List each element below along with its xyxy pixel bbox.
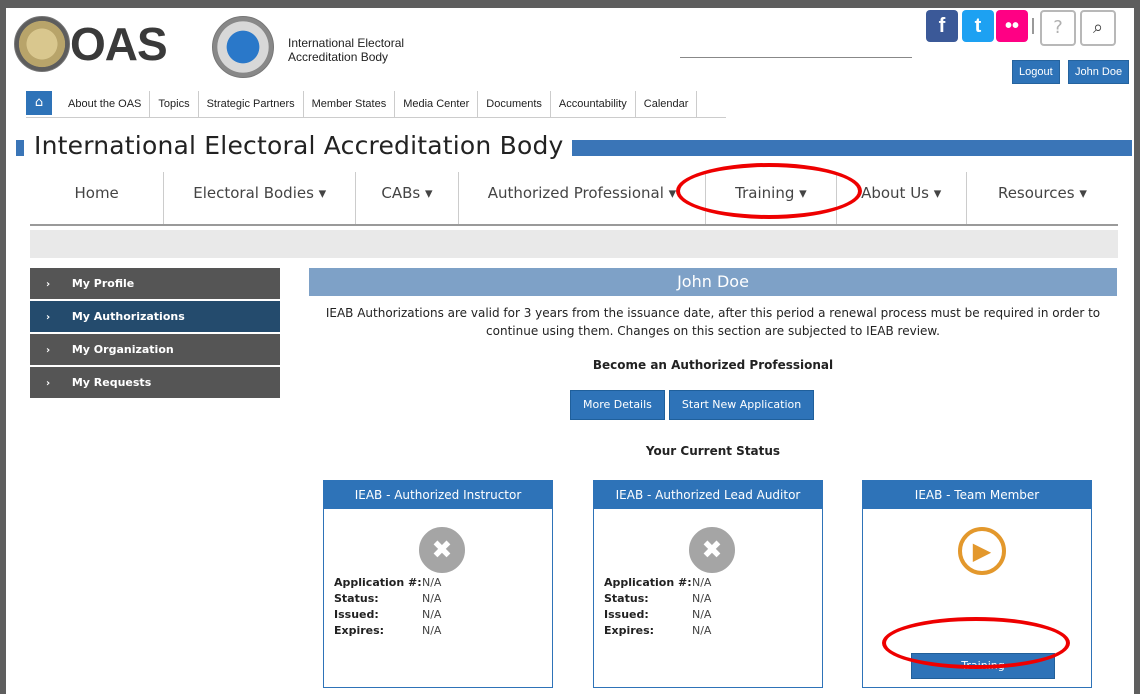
main-content: John Doe IEAB Authorizations are valid f… [309,268,1117,688]
oas-brand: OAS [70,18,168,70]
frame-border-left [0,0,6,694]
status-label: Status: [334,592,379,605]
oas-nav-item[interactable]: Media Center [395,91,479,117]
status-card-lead-auditor: IEAB - Authorized Lead Auditor ✖ Applica… [593,480,823,688]
frame-border-top [0,0,1140,8]
search-icon[interactable]: ⌕ [1080,10,1116,46]
twitter-icon[interactable]: t [962,10,994,42]
oas-nav-item[interactable]: Accountability [551,91,636,117]
close-icon: ✖ [419,527,465,573]
page-frame: OAS International Electoral Accreditatio… [0,0,1140,694]
application-buttons: More Details Start New Application [570,390,815,420]
user-banner: John Doe [309,268,1117,296]
sidebar-item-my-authorizations[interactable]: › My Authorizations [30,301,280,332]
status-value: N/A [692,592,712,605]
training-button-highlight [882,617,1070,669]
oas-nav-item[interactable]: Calendar [636,91,698,117]
oas-nav-item[interactable]: About the OAS [60,91,151,117]
oas-nav-item[interactable]: Strategic Partners [199,91,304,117]
nav-cabs[interactable]: CABs ▾ [356,172,459,224]
title-accent-right [572,140,1132,156]
become-authorized-heading: Become an Authorized Professional [592,358,834,372]
sidebar-item-label: My Profile [71,277,135,290]
issued-label: Issued: [334,608,379,621]
card-title: IEAB - Authorized Instructor [324,481,552,509]
flickr-icon[interactable]: •• [996,10,1028,42]
chevron-right-icon: › [46,279,51,290]
nav-electoral-bodies[interactable]: Electoral Bodies ▾ [164,172,357,224]
oas-seal-logo [14,16,70,72]
chevron-right-icon: › [46,345,51,356]
social-separator [1032,18,1034,34]
application-label: Application #: [334,576,422,589]
header-divider [680,57,912,58]
page-title: International Electoral Accreditation Bo… [34,131,564,160]
training-nav-highlight [676,163,862,219]
oas-nav-item[interactable]: Member States [304,91,396,117]
main-nav: Home Electoral Bodies ▾ CABs ▾ Authorize… [30,172,1118,226]
title-accent-left [16,140,24,156]
oas-top-nav: ⌂ About the OAS Topics Strategic Partner… [26,91,726,118]
card-details: Application #: N/A Status: N/A Issued: N/A … [604,575,711,639]
expires-value: N/A [422,624,442,637]
oas-nav-item[interactable]: Documents [478,91,551,117]
gray-band [30,230,1118,258]
facebook-icon[interactable]: f [926,10,958,42]
frame-border-right [1134,0,1140,694]
issued-label: Issued: [604,608,649,621]
close-icon: ✖ [689,527,735,573]
card-title: IEAB - Team Member [863,481,1091,509]
sidebar-item-label: My Authorizations [71,310,185,323]
user-menu-button[interactable]: John Doe [1068,60,1130,84]
sidebar-item-my-requests[interactable]: › My Requests [30,367,280,398]
current-status-heading: Your Current Status [645,444,781,458]
start-new-application-button[interactable]: Start New Application [668,390,815,420]
more-details-button[interactable]: More Details [570,390,665,420]
status-card-instructor: IEAB - Authorized Instructor ✖ Applicati… [323,480,553,688]
application-value: N/A [692,576,712,589]
sidebar-item-label: My Requests [71,376,152,389]
expires-label: Expires: [604,624,655,637]
play-icon: ▶ [958,527,1006,575]
issued-value: N/A [692,608,712,621]
sidebar: › My Profile › My Authorizations › My Or… [30,268,280,400]
logo-caption: International Electoral Accreditation Bo… [288,36,405,64]
nav-home[interactable]: Home [30,172,165,224]
oas-nav-item[interactable]: Topics [150,91,199,117]
issued-value: N/A [422,608,442,621]
status-label: Status: [604,592,649,605]
application-value: N/A [422,576,442,589]
logout-button[interactable]: Logout [1012,60,1060,84]
electoral-seal-logo [212,16,274,78]
nav-authorized-professional[interactable]: Authorized Professional ▾ [459,172,707,224]
sidebar-item-label: My Organization [71,343,174,356]
chevron-right-icon: › [46,378,51,389]
card-details: Application #: N/A Status: N/A Issued: N/A … [334,575,441,639]
expires-label: Expires: [334,624,385,637]
home-icon[interactable]: ⌂ [26,91,52,115]
help-icon[interactable]: ? [1040,10,1076,46]
expires-value: N/A [692,624,712,637]
sidebar-item-my-organization[interactable]: › My Organization [30,334,280,365]
chevron-right-icon: › [46,312,51,323]
sidebar-item-my-profile[interactable]: › My Profile [30,268,280,299]
authorization-notice: IEAB Authorizations are valid for 3 year… [325,306,1101,338]
card-title: IEAB - Authorized Lead Auditor [594,481,822,509]
status-value: N/A [422,592,442,605]
nav-resources[interactable]: Resources ▾ [967,172,1118,224]
application-label: Application #: [604,576,692,589]
